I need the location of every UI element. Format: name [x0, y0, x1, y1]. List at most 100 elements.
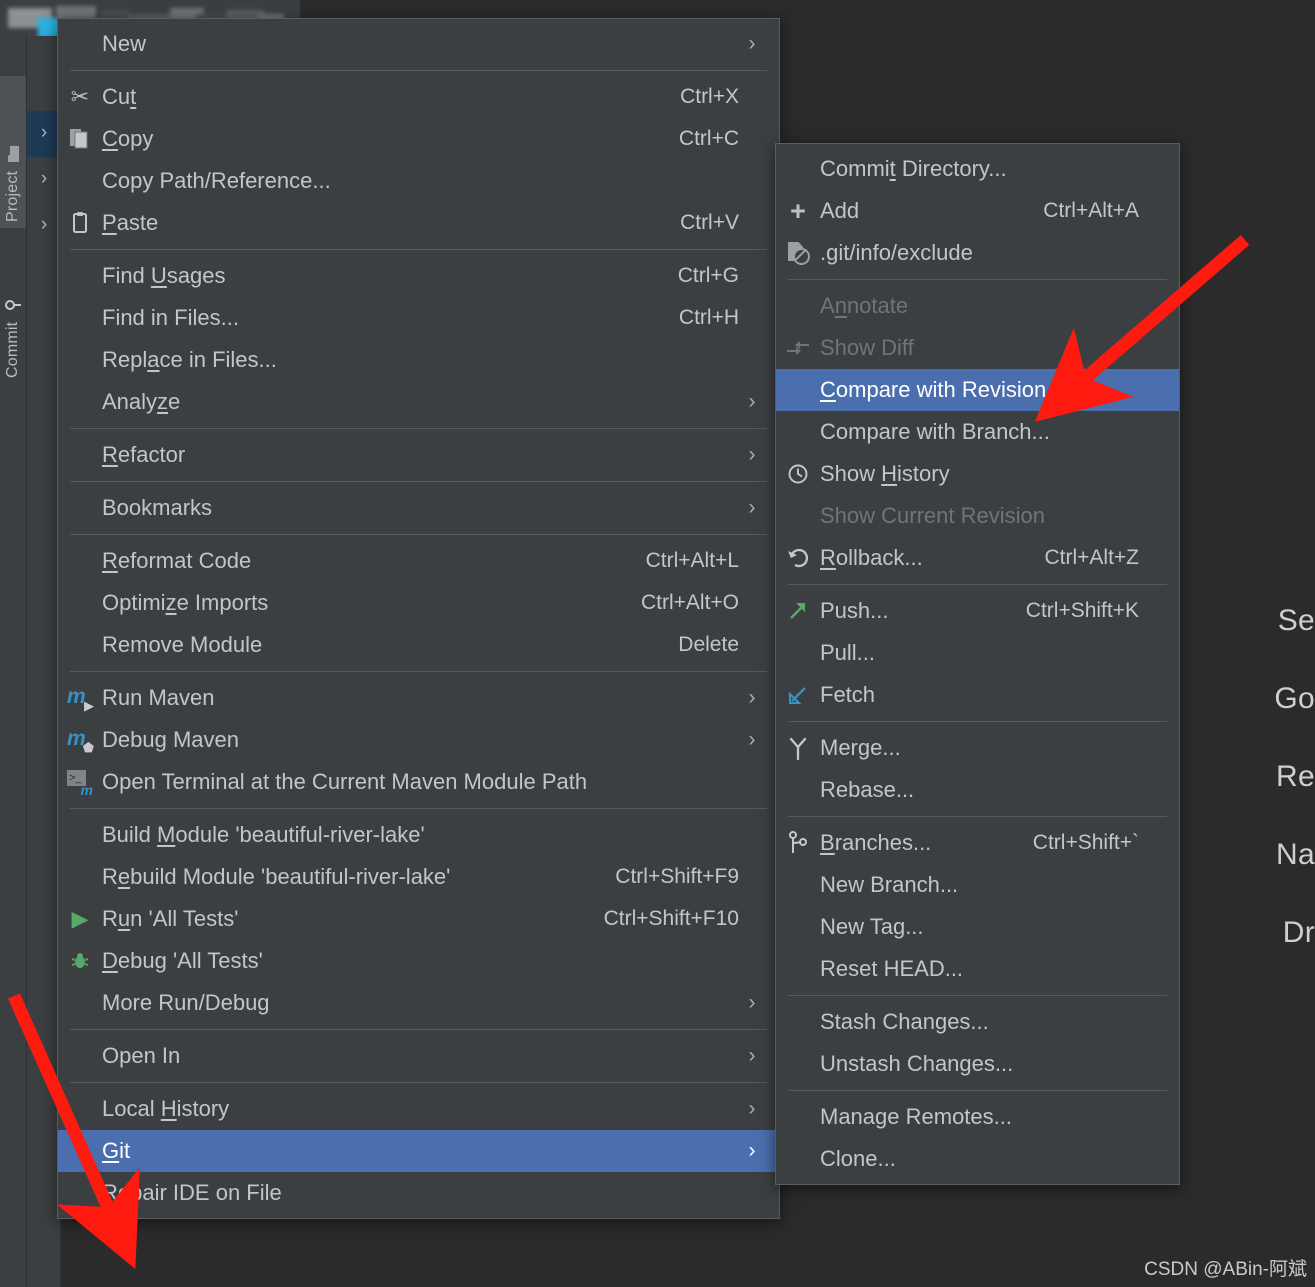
menu-separator: [788, 584, 1167, 585]
menu-item-label: Copy: [102, 126, 154, 151]
menu-item-manage-remotes[interactable]: Manage Remotes...: [776, 1096, 1179, 1138]
menu-item-replace-in-files[interactable]: Replace in Files...: [58, 339, 779, 381]
menu-item-git[interactable]: Git ›: [58, 1130, 779, 1172]
menu-item-bookmarks[interactable]: Bookmarks ›: [58, 487, 779, 529]
menu-separator: [788, 816, 1167, 817]
chevron-right-icon: ›: [748, 1097, 756, 1120]
menu-item-fetch[interactable]: Fetch: [776, 674, 1179, 716]
menu-item-find-usages[interactable]: Find Usages Ctrl+G: [58, 255, 779, 297]
menu-item-open-terminal-at-the-current-maven-module-path[interactable]: >_ m Open Terminal at the Current Maven Mo…: [58, 761, 779, 803]
menu-item-open-in[interactable]: Open In ›: [58, 1035, 779, 1077]
menu-item-shortcut: Ctrl+Alt+Z: [1044, 546, 1139, 569]
paste-icon: [58, 202, 102, 244]
menu-item-show-current-revision: Show Current Revision: [776, 495, 1179, 537]
commit-icon: [4, 296, 22, 314]
menu-item-rollback[interactable]: Rollback... Ctrl+Alt+Z: [776, 537, 1179, 579]
maven-run-icon: m ▶: [67, 685, 94, 713]
menu-item-run-all-tests[interactable]: ▶ Run 'All Tests' Ctrl+Shift+F10: [58, 898, 779, 940]
menu-item-label: Clone...: [820, 1146, 896, 1171]
menu-item-remove-module[interactable]: Remove Module Delete: [58, 624, 779, 666]
menu-item-label: Cut: [102, 84, 137, 109]
menu-item-debug-all-tests[interactable]: Debug 'All Tests': [58, 940, 779, 982]
git-submenu[interactable]: Commit Directory... + Add Ctrl+Alt+A .git/in…: [775, 143, 1180, 1185]
menu-item-label: Compare with Revision...: [820, 377, 1065, 402]
menu-item-shortcut: Ctrl+Alt+L: [645, 549, 739, 572]
menu-item-add[interactable]: + Add Ctrl+Alt+A: [776, 190, 1179, 232]
scissors-icon: ✂: [70, 84, 90, 109]
menu-item-label: .git/info/exclude: [820, 240, 973, 265]
menu-item-label: Unstash Changes...: [820, 1051, 1014, 1076]
no-icon: [58, 339, 102, 381]
show-diff-icon: [776, 327, 820, 369]
menu-item-label: Build Module 'beautiful-river-lake': [102, 822, 425, 847]
menu-item-shortcut: Ctrl+Shift+F10: [603, 907, 739, 930]
menu-item-more-run-debug[interactable]: More Run/Debug ›: [58, 982, 779, 1024]
menu-separator: [788, 1090, 1167, 1091]
watermark: CSDN @ABin-阿斌: [1144, 1259, 1307, 1280]
project-tree-column[interactable]: › › ›: [27, 36, 61, 1287]
menu-item-label: Refactor: [102, 442, 186, 467]
menu-item-label: Pull...: [820, 640, 876, 665]
menu-item-run-maven[interactable]: m ▶ Run Maven ›: [58, 677, 779, 719]
menu-item-new[interactable]: New ›: [58, 23, 779, 65]
menu-item-label: New Branch...: [820, 872, 959, 897]
menu-item-analyze[interactable]: Analyze ›: [58, 381, 779, 423]
no-icon: [58, 540, 102, 582]
menu-item-copy-path-reference[interactable]: Copy Path/Reference...: [58, 160, 779, 202]
menu-item-compare-with-branch[interactable]: Compare with Branch...: [776, 411, 1179, 453]
menu-item-label: Commit Directory...: [820, 156, 1007, 181]
menu-item-rebase[interactable]: Rebase...: [776, 769, 1179, 811]
no-icon: [58, 982, 102, 1024]
menu-item-push[interactable]: Push... Ctrl+Shift+K: [776, 590, 1179, 632]
menu-item-paste[interactable]: Paste Ctrl+V: [58, 202, 779, 244]
menu-separator: [70, 428, 767, 429]
menu-separator: [70, 1029, 767, 1030]
menu-item-rebuild-module-beautiful-river-lake[interactable]: Rebuild Module 'beautiful-river-lake' Ctr…: [58, 856, 779, 898]
chevron-right-icon[interactable]: ›: [33, 122, 55, 144]
chevron-right-icon[interactable]: ›: [33, 168, 55, 190]
folder-icon: [4, 145, 22, 163]
menu-item-pull[interactable]: Pull...: [776, 632, 1179, 674]
menu-item-new-tag[interactable]: New Tag...: [776, 906, 1179, 948]
menu-item-refactor[interactable]: Refactor ›: [58, 434, 779, 476]
menu-item-shortcut: Ctrl+Shift+F9: [615, 865, 739, 888]
maven-debug-icon: m ⬟: [58, 719, 102, 761]
menu-item-new-branch[interactable]: New Branch...: [776, 864, 1179, 906]
menu-item-build-module-beautiful-river-lake[interactable]: Build Module 'beautiful-river-lake': [58, 814, 779, 856]
chevron-right-icon[interactable]: ›: [33, 214, 55, 236]
menu-item-local-history[interactable]: Local History ›: [58, 1088, 779, 1130]
menu-item-stash-changes[interactable]: Stash Changes...: [776, 1001, 1179, 1043]
menu-item-reformat-code[interactable]: Reformat Code Ctrl+Alt+L: [58, 540, 779, 582]
menu-item-label: Repair IDE on File: [102, 1180, 282, 1205]
project-context-menu[interactable]: New › ✂ Cut Ctrl+X Copy Ctrl+C Copy Path/Refere…: [57, 18, 780, 1219]
menu-item-label: Debug Maven: [102, 727, 239, 752]
tool-tab-label-project: Project: [4, 170, 21, 222]
menu-item-optimize-imports[interactable]: Optimize Imports Ctrl+Alt+O: [58, 582, 779, 624]
no-icon: [776, 632, 820, 674]
menu-item-reset-head[interactable]: Reset HEAD...: [776, 948, 1179, 990]
menu-item-cut[interactable]: ✂ Cut Ctrl+X: [58, 76, 779, 118]
menu-item-debug-maven[interactable]: m ⬟ Debug Maven ›: [58, 719, 779, 761]
menu-item-find-in-files[interactable]: Find in Files... Ctrl+H: [58, 297, 779, 339]
chevron-right-icon: ›: [748, 1044, 756, 1067]
sidebar-item-project[interactable]: Project: [0, 76, 26, 228]
menu-item-commit-directory[interactable]: Commit Directory...: [776, 148, 1179, 190]
menu-item-show-history[interactable]: Show History: [776, 453, 1179, 495]
menu-item-label: New Tag...: [820, 914, 924, 939]
copy-icon: [70, 129, 88, 149]
menu-item-compare-with-revision[interactable]: Compare with Revision...: [776, 369, 1179, 411]
menu-item-clone[interactable]: Clone...: [776, 1138, 1179, 1180]
menu-item-repair-ide-on-file[interactable]: Repair IDE on File: [58, 1172, 779, 1214]
menu-item-git-info-exclude[interactable]: .git/info/exclude: [776, 232, 1179, 274]
menu-item-merge[interactable]: Merge...: [776, 727, 1179, 769]
sidebar-item-commit[interactable]: Commit: [0, 232, 26, 384]
menu-item-copy[interactable]: Copy Ctrl+C: [58, 118, 779, 160]
menu-item-label: Paste: [102, 210, 159, 235]
menu-item-branches[interactable]: Branches... Ctrl+Shift+`: [776, 822, 1179, 864]
branch-icon: [776, 822, 820, 864]
no-icon: [776, 285, 820, 327]
plus-icon: +: [776, 190, 820, 232]
menu-item-unstash-changes[interactable]: Unstash Changes...: [776, 1043, 1179, 1085]
menu-item-label: Run 'All Tests': [102, 906, 239, 931]
no-icon: [58, 856, 102, 898]
